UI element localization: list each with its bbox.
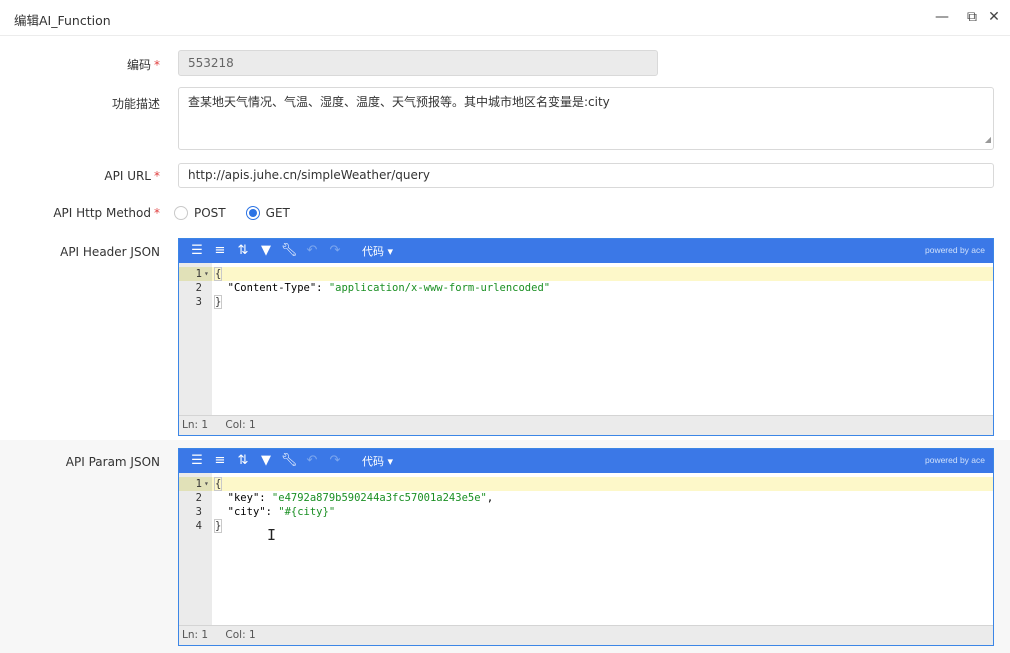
- required-mark: *: [154, 58, 160, 72]
- api-url-input[interactable]: http://apis.juhe.cn/simpleWeather/query: [178, 163, 994, 188]
- editor-statusbar: Ln: 1 Col: 1: [179, 625, 993, 645]
- format-icon[interactable]: ☰: [187, 451, 207, 471]
- editor-toolbar: ☰ ≡ ⇅ ▼ 🔧︎ ↶ ↷ 代码 ▾ powered by ace: [179, 449, 993, 473]
- sort-icon[interactable]: ⇅: [233, 451, 253, 471]
- code-close-brace: }: [213, 295, 223, 309]
- code-line: 1 ▾ {: [179, 267, 993, 281]
- code-value: "e4792a879b590244a3fc57001a243e5e": [271, 492, 487, 504]
- sort-icon[interactable]: ⇅: [233, 241, 253, 261]
- radio-get-label: GET: [265, 206, 290, 220]
- code-key: "Content-Type": [227, 282, 317, 294]
- redo-icon[interactable]: ↷: [325, 451, 345, 471]
- text-cursor-icon: I: [267, 526, 277, 544]
- http-method-radio-group: POST GET: [174, 204, 310, 222]
- radio-get[interactable]: GET: [245, 206, 290, 220]
- line-number: 2: [195, 282, 202, 294]
- radio-post-circle[interactable]: [174, 206, 188, 220]
- editor-toolbar: ☰ ≡ ⇅ ▼ 🔧︎ ↶ ↷ 代码 ▾ powered by ace: [179, 239, 993, 263]
- api-url-value: http://apis.juhe.cn/simpleWeather/query: [188, 168, 430, 182]
- filter-icon[interactable]: ▼: [256, 451, 276, 471]
- resize-handle-icon[interactable]: ◢: [985, 132, 991, 148]
- minimize-icon[interactable]: —: [933, 8, 951, 26]
- code-line: 3 }: [179, 295, 993, 309]
- code-field: 553218: [178, 50, 658, 76]
- line-number: 3: [195, 296, 202, 308]
- fold-arrow-icon[interactable]: ▾: [204, 477, 212, 491]
- compact-icon[interactable]: ≡: [210, 451, 230, 471]
- compact-icon[interactable]: ≡: [210, 241, 230, 261]
- code-label-text: 编码: [126, 58, 151, 72]
- format-icon[interactable]: ☰: [187, 241, 207, 261]
- fold-arrow-icon[interactable]: ▾: [204, 267, 212, 281]
- radio-get-circle[interactable]: [245, 206, 260, 220]
- header-json-label-text: API Header JSON: [60, 245, 160, 259]
- http-method-label-text: API Http Method: [53, 206, 151, 220]
- description-textarea[interactable]: 查某地天气情况、气温、湿度、温度、天气预报等。其中城市地区名变量是:city ◢: [178, 87, 994, 150]
- code-line: 2 "Content-Type": "application/x-www-for…: [179, 281, 993, 295]
- header-json-editor[interactable]: ☰ ≡ ⇅ ▼ 🔧︎ ↶ ↷ 代码 ▾ powered by ace 1 ▾ {…: [178, 238, 994, 436]
- line-number: 3: [195, 506, 202, 518]
- filter-icon[interactable]: ▼: [256, 241, 276, 261]
- powered-by-ace: powered by ace: [924, 455, 985, 465]
- required-mark: *: [154, 206, 160, 220]
- line-number: 4: [195, 520, 202, 532]
- param-json-label-text: API Param JSON: [65, 455, 160, 469]
- description-value: 查某地天气情况、气温、湿度、温度、天气预报等。其中城市地区名变量是:city: [188, 95, 610, 109]
- api-url-label-text: API URL: [104, 169, 151, 183]
- mode-dropdown[interactable]: 代码 ▾: [362, 453, 393, 469]
- api-url-label: API URL *: [104, 169, 160, 183]
- repair-icon[interactable]: 🔧︎: [279, 451, 299, 471]
- editor-statusbar: Ln: 1 Col: 1: [179, 415, 993, 435]
- editor-body[interactable]: 1 ▾ { 2 "Content-Type": "application/x-w…: [179, 263, 993, 435]
- undo-icon[interactable]: ↶: [302, 241, 322, 261]
- http-method-label: API Http Method *: [53, 206, 160, 220]
- code-open-brace: {: [213, 267, 223, 281]
- required-mark: *: [154, 169, 160, 183]
- code-close-brace: }: [213, 519, 223, 533]
- description-label-text: 功能描述: [111, 97, 160, 111]
- code-line: 1 ▾ {: [179, 477, 993, 491]
- undo-icon[interactable]: ↶: [302, 451, 322, 471]
- code-value: "#{city}": [278, 506, 336, 518]
- header-json-label: API Header JSON: [60, 245, 160, 259]
- dialog-titlebar: 编辑AI_Function — ⧉ ✕: [0, 0, 1010, 36]
- code-line: 2 "key": "e4792a879b590244a3fc57001a243e…: [179, 491, 993, 505]
- redo-icon[interactable]: ↷: [325, 241, 345, 261]
- status-line: Ln: 1: [182, 419, 209, 431]
- status-col: Col: 1: [225, 629, 256, 641]
- param-json-editor[interactable]: ☰ ≡ ⇅ ▼ 🔧︎ ↶ ↷ 代码 ▾ powered by ace 1 ▾ {…: [178, 448, 994, 646]
- dialog-title: 编辑AI_Function: [14, 13, 111, 28]
- maximize-icon[interactable]: ⧉: [963, 8, 981, 26]
- close-icon[interactable]: ✕: [985, 8, 1003, 26]
- code-key: "city": [227, 506, 266, 518]
- status-col: Col: 1: [225, 419, 256, 431]
- code-key: "key": [227, 492, 260, 504]
- repair-icon[interactable]: 🔧︎: [279, 241, 299, 261]
- code-label: 编码 *: [127, 56, 160, 73]
- status-line: Ln: 1: [182, 629, 209, 641]
- powered-by-ace: powered by ace: [924, 245, 985, 255]
- editor-body[interactable]: 1 ▾ { 2 "key": "e4792a879b590244a3fc5700…: [179, 473, 993, 645]
- code-field-value: 553218: [188, 56, 234, 70]
- line-number: 2: [195, 492, 202, 504]
- radio-post-label: POST: [194, 206, 226, 220]
- code-line: 4 }: [179, 519, 993, 533]
- param-json-label: API Param JSON: [66, 455, 160, 469]
- code-open-brace: {: [213, 477, 223, 491]
- mode-dropdown[interactable]: 代码 ▾: [362, 243, 393, 259]
- code-value: "application/x-www-form-urlencoded": [328, 282, 551, 294]
- code-line: 3 "city": "#{city}": [179, 505, 993, 519]
- description-label: 功能描述: [112, 95, 160, 112]
- radio-post[interactable]: POST: [174, 206, 226, 220]
